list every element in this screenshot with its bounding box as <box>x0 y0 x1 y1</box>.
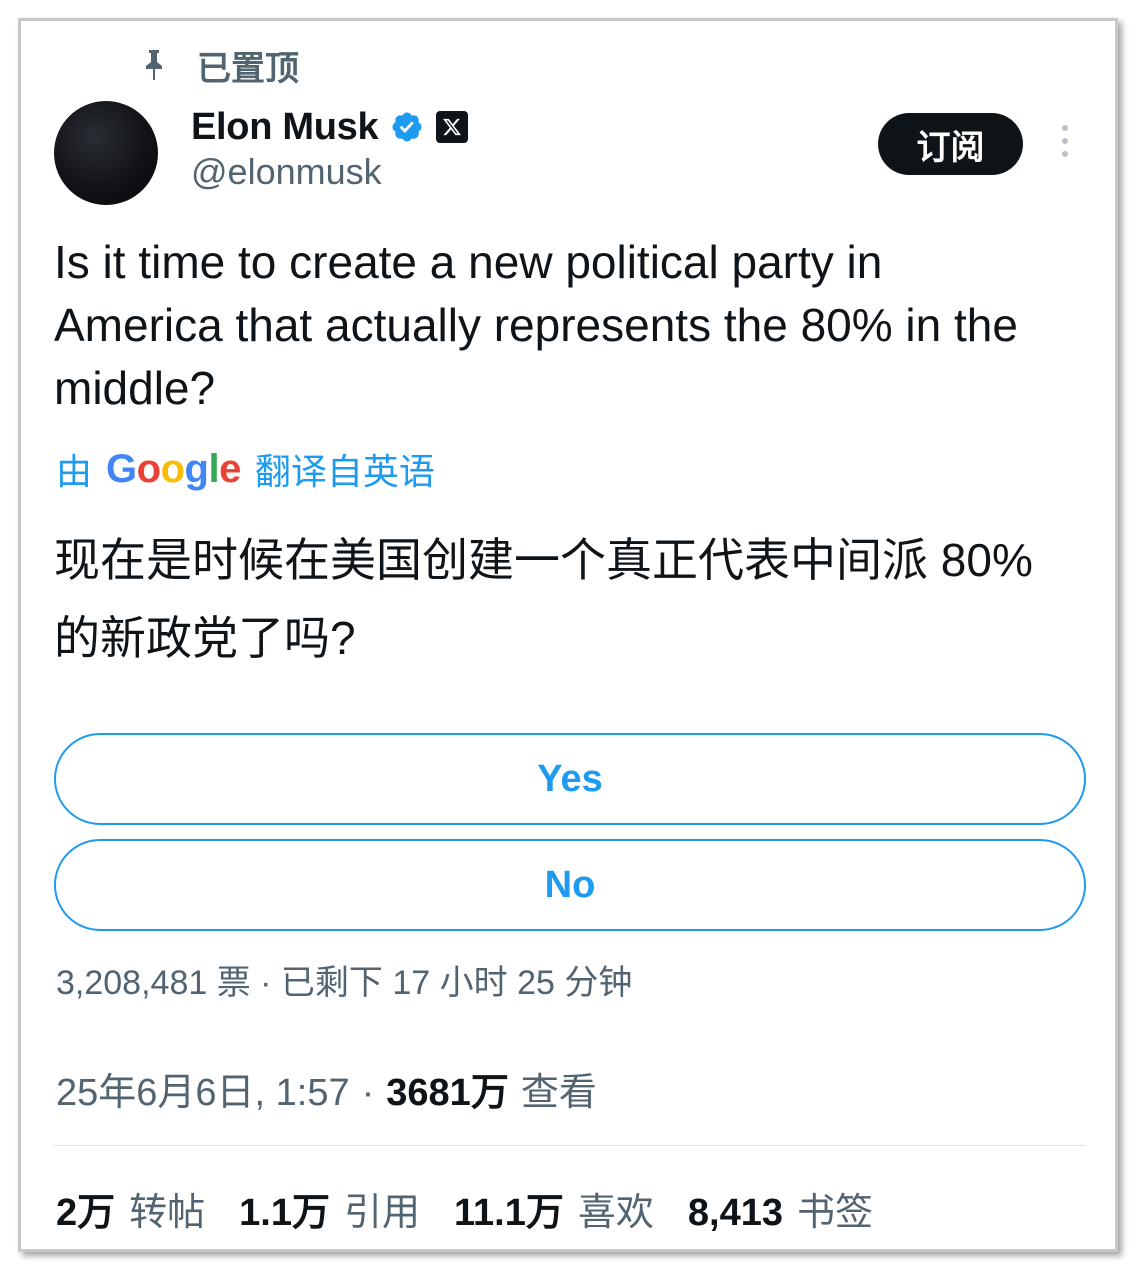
author-name-row: Elon Musk <box>191 101 469 153</box>
poll-meta: 3,208,481 票 · 已剩下 17 小时 25 分钟 <box>56 964 633 1002</box>
stat-count: 1.1万 <box>239 1192 330 1234</box>
subscribe-button[interactable]: 订阅 <box>878 113 1023 175</box>
stat-label: 喜欢 <box>577 1192 654 1234</box>
translation-prefix: 由 <box>56 451 93 492</box>
tweet-text: Is it time to create a new political par… <box>54 236 1018 414</box>
divider <box>54 1145 1086 1146</box>
engagement-stats: 2万 转帖 1.1万 引用 11.1万 喜欢 8,413 书签 <box>56 1181 907 1236</box>
stat-quotes[interactable]: 1.1万 引用 <box>239 1181 420 1236</box>
stat-count: 8,413 <box>687 1192 783 1234</box>
pinned-label: 已置顶 <box>197 49 299 88</box>
timestamp-separator: · <box>361 1072 375 1114</box>
stat-bookmarks[interactable]: 8,413 书签 <box>688 1181 873 1236</box>
tweet-card: 已置顶 Elon Musk @elonmusk 订阅 Is it time to… <box>18 18 1118 1252</box>
stat-label: 转帖 <box>129 1192 206 1234</box>
views-count: 3681万 <box>386 1072 509 1114</box>
views-label: 查看 <box>520 1072 597 1114</box>
stat-likes[interactable]: 11.1万 喜欢 <box>454 1181 654 1236</box>
pinned-indicator: 已置顶 <box>141 43 299 88</box>
verified-icon[interactable] <box>390 110 424 144</box>
stat-count: 11.1万 <box>454 1192 564 1234</box>
author-display-name[interactable]: Elon Musk <box>191 106 379 149</box>
stat-label: 书签 <box>796 1192 873 1234</box>
timestamp-row: 25年6月6日, 1:57 · 3681万 查看 <box>56 1061 597 1116</box>
x-logo-icon <box>436 111 469 143</box>
translation-attribution[interactable]: 由 Google 翻译自英语 <box>56 445 435 493</box>
poll-option-no[interactable]: No <box>54 839 1086 931</box>
translated-text: 现在是时候在美国创建一个真正代表中间派 80% 的新政党了吗? <box>54 534 1033 664</box>
more-vertical-icon[interactable] <box>1057 125 1073 165</box>
stat-label: 引用 <box>343 1192 420 1234</box>
translation-suffix: 翻译自英语 <box>254 451 435 492</box>
author-handle[interactable]: @elonmusk <box>191 151 382 193</box>
pin-icon <box>146 50 162 80</box>
stat-count: 2万 <box>56 1192 116 1234</box>
poll-option-yes[interactable]: Yes <box>54 733 1086 825</box>
google-logo: Google <box>106 446 241 491</box>
avatar[interactable] <box>54 101 158 205</box>
stat-reposts[interactable]: 2万 转帖 <box>56 1181 205 1236</box>
post-date[interactable]: 25年6月6日, 1:57 <box>56 1061 350 1116</box>
